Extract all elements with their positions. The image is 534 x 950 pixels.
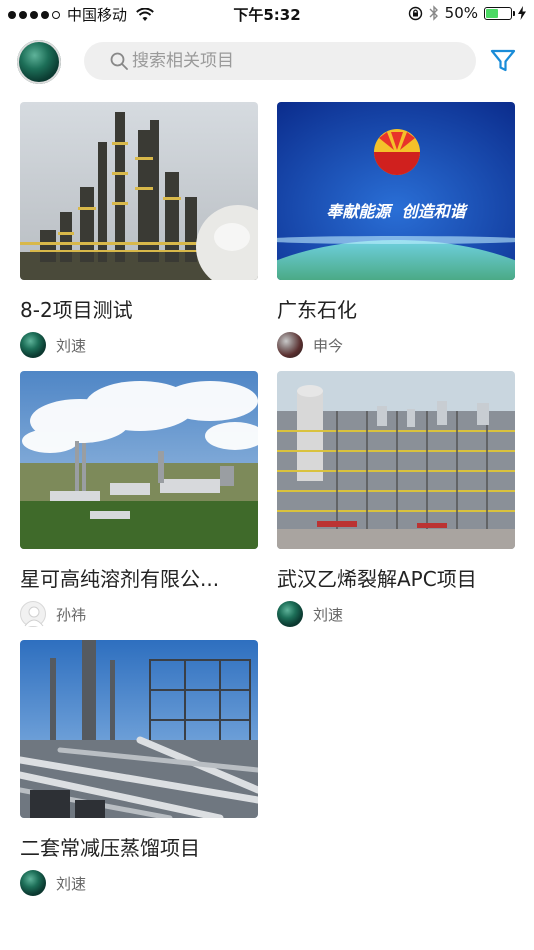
search-input[interactable] xyxy=(132,51,452,71)
owner-name: 刘速 xyxy=(56,874,87,893)
owner-avatar xyxy=(20,870,46,896)
owner-avatar xyxy=(277,332,303,358)
search-icon xyxy=(110,52,128,70)
project-image xyxy=(20,640,258,818)
status-bar: 中国移动 下午5:32 50% xyxy=(0,0,534,28)
project-title: 8-2项目测试 xyxy=(20,298,133,322)
project-title: 二套常减压蒸馏项目 xyxy=(20,836,200,860)
top-bar xyxy=(0,36,534,86)
battery-level xyxy=(486,8,498,18)
owner-avatar xyxy=(20,601,46,627)
owner-name: 孙祎 xyxy=(56,605,87,624)
project-owner: 刘速 xyxy=(277,601,343,627)
project-title: 星可高纯溶剂有限公... xyxy=(20,567,220,591)
user-avatar[interactable] xyxy=(17,40,61,84)
orientation-lock-icon xyxy=(408,6,423,21)
project-title: 武汉乙烯裂解APC项目 xyxy=(277,567,477,591)
project-image xyxy=(20,102,258,280)
battery-icon xyxy=(484,6,515,20)
banner-slogan: 奉献能源 创造和谐 xyxy=(326,202,466,221)
project-owner: 孙祎 xyxy=(20,601,86,627)
project-card[interactable]: 武汉乙烯裂解APC项目 刘速 xyxy=(277,371,515,633)
project-card[interactable]: 星可高纯溶剂有限公... 孙祎 xyxy=(20,371,258,633)
owner-avatar xyxy=(20,332,46,358)
default-user-icon xyxy=(24,606,44,627)
project-owner: 刘速 xyxy=(20,870,86,896)
project-owner: 刘速 xyxy=(20,332,86,358)
owner-name: 刘速 xyxy=(313,605,344,624)
filter-icon[interactable] xyxy=(490,48,516,74)
battery-percent: 50% xyxy=(444,4,478,22)
petrochina-logo xyxy=(374,129,420,175)
project-image xyxy=(20,371,258,549)
project-owner: 申今 xyxy=(277,332,343,358)
project-card[interactable]: 二套常减压蒸馏项目 刘速 xyxy=(20,640,258,902)
bluetooth-icon xyxy=(429,5,439,21)
project-card[interactable]: 8-2项目测试 刘速 xyxy=(20,102,258,364)
project-image xyxy=(277,371,515,549)
project-title: 广东石化 xyxy=(277,298,357,322)
owner-name: 申今 xyxy=(313,336,344,355)
owner-name: 刘速 xyxy=(56,336,87,355)
project-image: 奉献能源 创造和谐 xyxy=(277,102,515,280)
search-bar[interactable] xyxy=(84,42,476,80)
status-right: 50% xyxy=(408,4,526,22)
charging-icon xyxy=(518,6,526,20)
project-card[interactable]: 奉献能源 创造和谐 广东石化 申今 xyxy=(277,102,515,364)
owner-avatar xyxy=(277,601,303,627)
